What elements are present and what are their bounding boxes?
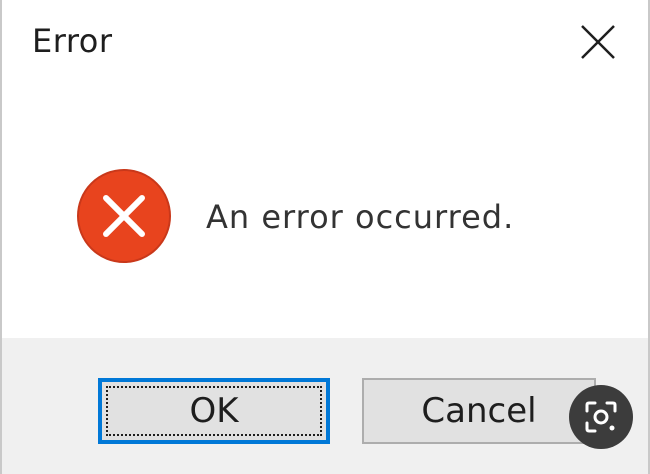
title-bar: Error <box>2 0 648 90</box>
ok-button[interactable]: OK <box>98 378 330 444</box>
close-button[interactable] <box>578 22 618 62</box>
dialog-content: An error occurred. <box>2 90 648 338</box>
cancel-button-label: Cancel <box>421 391 537 431</box>
error-message: An error occurred. <box>206 198 515 236</box>
cancel-button[interactable]: Cancel <box>362 378 596 444</box>
error-dialog: Error An error occurred. OK Cancel <box>0 0 650 474</box>
close-icon <box>581 25 615 59</box>
lens-icon <box>585 401 617 433</box>
dialog-title: Error <box>32 22 113 60</box>
button-bar: OK Cancel <box>2 338 648 474</box>
focus-ring <box>106 386 322 436</box>
error-icon <box>77 169 171 263</box>
lens-search-button[interactable] <box>569 385 633 449</box>
